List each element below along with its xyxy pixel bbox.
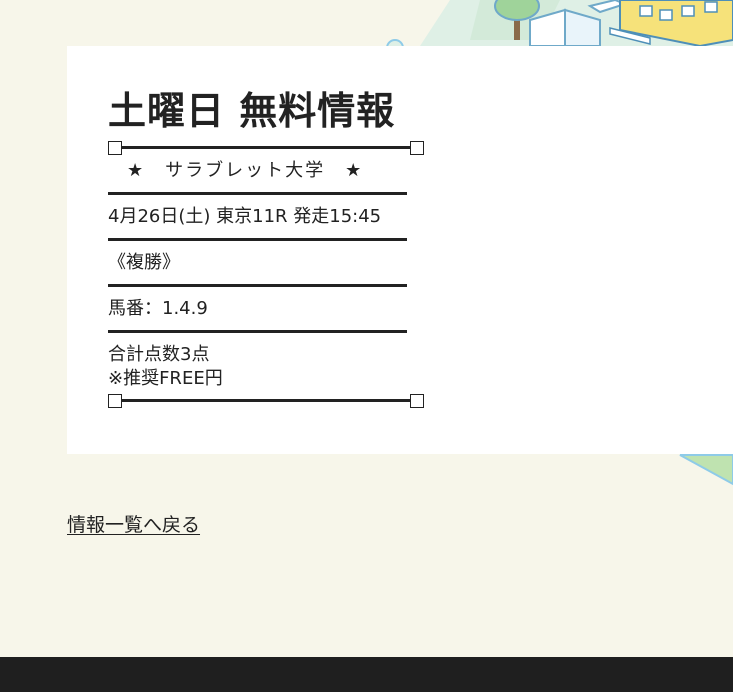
total-points: 合計点数3点 xyxy=(108,344,210,365)
race-info: 4月26日(土) 東京11R 発走15:45 xyxy=(108,206,382,227)
tree-icon xyxy=(494,0,540,40)
info-card: 土曜日 無料情報 ★ サラブレット大学 ★ 4月26日(土) 東京11R 発走1… xyxy=(67,46,733,454)
building-icon xyxy=(529,8,601,47)
square-icon xyxy=(410,141,424,155)
page-title: 土曜日 無料情報 xyxy=(108,89,396,133)
divider xyxy=(108,330,407,333)
top-border xyxy=(108,141,426,159)
back-to-list-link[interactable]: 情報一覧へ戻る xyxy=(67,512,200,538)
divider xyxy=(108,192,407,195)
footer xyxy=(0,657,733,692)
bet-type: 《複勝》 xyxy=(108,252,180,273)
yellow-building-icon xyxy=(609,0,733,48)
stars-heading: ★ サラブレット大学 ★ xyxy=(127,160,364,181)
divider xyxy=(108,238,407,241)
divider xyxy=(108,284,407,287)
square-icon xyxy=(108,394,122,408)
horse-numbers: 馬番：1.4.9 xyxy=(108,298,208,319)
square-icon xyxy=(410,394,424,408)
bottom-border xyxy=(108,394,426,412)
recommended-price: ※推奨FREE円 xyxy=(108,368,223,389)
square-icon xyxy=(108,141,122,155)
